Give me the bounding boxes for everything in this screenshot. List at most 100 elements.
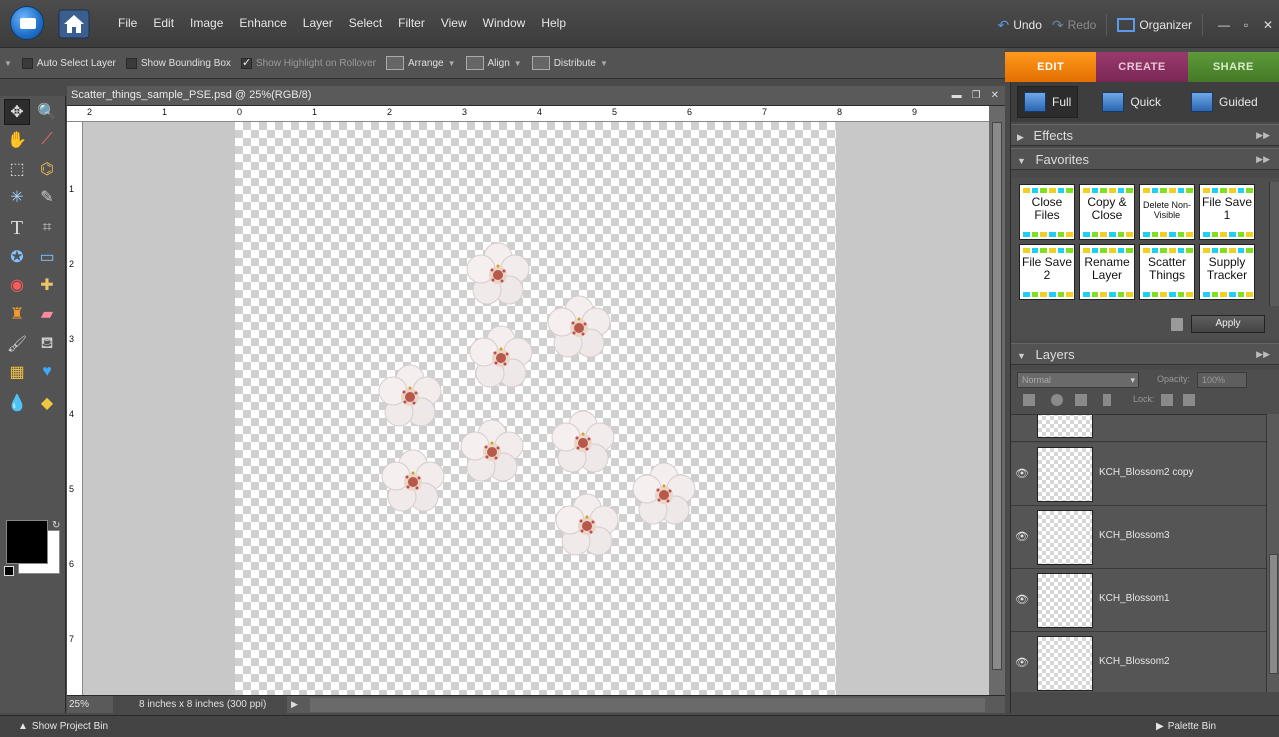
layer-row[interactable]	[1011, 415, 1267, 442]
link-icon[interactable]	[1103, 394, 1111, 406]
maximize-icon[interactable]: ▫	[1235, 18, 1257, 32]
favorite-action[interactable]: Close Files	[1019, 184, 1075, 240]
minimize-icon[interactable]: ▬	[952, 87, 962, 105]
auto-select-checkbox[interactable]	[21, 57, 33, 69]
eraser-tool-icon[interactable]: ▰	[34, 301, 60, 327]
document-title-bar[interactable]: Scatter_things_sample_PSE.psd @ 25%(RGB/…	[67, 86, 1005, 106]
zoom-tool-icon[interactable]: 🔍	[34, 99, 60, 125]
type-tool-icon[interactable]: T	[4, 215, 30, 241]
trash-icon[interactable]	[1171, 318, 1183, 331]
arrange-dropdown[interactable]: Arrange ▼	[386, 56, 456, 70]
undo-button[interactable]: ↶ Undo	[997, 17, 1041, 34]
favorites-panel-header[interactable]: ▼ Favorites ▶▶	[1011, 148, 1279, 170]
minimize-icon[interactable]: —	[1213, 18, 1235, 32]
layer-row[interactable]: 👁 KCH_Blossom1	[1011, 569, 1267, 632]
red-eye-tool-icon[interactable]: ◉	[4, 272, 30, 298]
guided-edit-button[interactable]: Guided	[1185, 86, 1264, 118]
home-button[interactable]	[58, 9, 90, 39]
eye-icon[interactable]: 👁	[1015, 656, 1029, 669]
adjustment-layer-icon[interactable]	[1051, 394, 1063, 406]
blossom-image[interactable]	[546, 295, 612, 361]
photoshop-elements-logo[interactable]	[10, 6, 44, 40]
layer-row[interactable]: 👁 KCH_Blossom2 copy	[1011, 443, 1267, 506]
marquee-tool-icon[interactable]: ⬚	[4, 156, 30, 182]
full-edit-button[interactable]: Full	[1017, 86, 1079, 118]
lasso-tool-icon[interactable]: ⌬	[34, 156, 60, 182]
blossom-image[interactable]	[468, 325, 534, 391]
blur-tool-icon[interactable]: 💧	[4, 390, 30, 416]
layer-row[interactable]: 👁 KCH_Blossom3	[1011, 506, 1267, 569]
vertical-scrollbar[interactable]	[989, 106, 1005, 695]
menu-file[interactable]: File	[110, 16, 145, 30]
menu-view[interactable]: View	[433, 16, 475, 30]
opacity-input[interactable]: 100%	[1197, 372, 1247, 388]
default-colors-icon[interactable]	[4, 566, 14, 576]
zoom-level[interactable]: 25%	[67, 699, 113, 710]
effects-panel-header[interactable]: ▶ Effects ▶▶	[1011, 124, 1279, 146]
panel-menu-icon[interactable]: ▶▶	[1256, 344, 1270, 365]
layers-panel-header[interactable]: ▼ Layers ▶▶	[1011, 343, 1279, 365]
healing-brush-tool-icon[interactable]: ✚	[34, 272, 60, 298]
eye-icon[interactable]: 👁	[1015, 593, 1029, 606]
hand-tool-icon[interactable]: ✋	[4, 127, 30, 153]
blossom-image[interactable]	[465, 242, 531, 308]
blossom-image[interactable]	[631, 462, 697, 528]
favorite-action[interactable]: File Save 2	[1019, 244, 1075, 300]
layer-row[interactable]: 👁 KCH_Blossom2	[1011, 632, 1267, 692]
bounding-box-checkbox[interactable]	[125, 57, 137, 69]
menu-enhance[interactable]: Enhance	[231, 16, 294, 30]
quick-selection-tool-icon[interactable]: ✎	[34, 184, 60, 210]
tab-edit[interactable]: EDIT	[1005, 52, 1097, 82]
crop-tool-icon[interactable]: ⌗	[34, 215, 60, 241]
show-bounding-box-option[interactable]: Show Bounding Box	[125, 57, 231, 69]
favorites-scrollbar[interactable]	[1269, 182, 1279, 306]
menu-filter[interactable]: Filter	[390, 16, 433, 30]
tab-create[interactable]: CREATE	[1096, 52, 1188, 82]
favorite-action[interactable]: Copy & Close	[1079, 184, 1135, 240]
auto-select-layer-option[interactable]: Auto Select Layer	[21, 57, 116, 69]
new-layer-icon[interactable]	[1023, 394, 1035, 406]
favorite-action[interactable]: Supply Tracker	[1199, 244, 1255, 300]
favorite-action[interactable]: Rename Layer	[1079, 244, 1135, 300]
menu-select[interactable]: Select	[341, 16, 390, 30]
shape-tool-icon[interactable]: ♥	[34, 359, 60, 385]
eyedropper-tool-icon[interactable]: ⟋	[34, 127, 60, 153]
scrollbar-thumb[interactable]	[1269, 554, 1278, 674]
eye-icon[interactable]: 👁	[1015, 530, 1029, 543]
brush-tool-icon[interactable]: 🖌	[4, 331, 30, 357]
lock-transparency-icon[interactable]	[1161, 394, 1173, 406]
blend-mode-select[interactable]: Normal	[1017, 372, 1139, 388]
highlight-checkbox[interactable]	[240, 56, 252, 69]
show-highlight-option[interactable]: Show Highlight on Rollover	[240, 56, 376, 69]
swap-colors-icon[interactable]: ↻	[52, 520, 60, 531]
tool-preset-caret-icon[interactable]: ▼	[4, 59, 12, 68]
layers-scrollbar[interactable]	[1266, 414, 1279, 692]
favorite-action[interactable]: File Save 1	[1199, 184, 1255, 240]
sponge-tool-icon[interactable]: ◆	[34, 390, 60, 416]
move-tool-icon[interactable]: ✥	[4, 99, 30, 125]
clone-stamp-tool-icon[interactable]: ♜	[4, 301, 30, 327]
cookie-cutter-tool-icon[interactable]: ✪	[4, 244, 30, 270]
canvas-pasteboard[interactable]	[83, 122, 989, 695]
favorite-action[interactable]: Delete Non-Visible	[1139, 184, 1195, 240]
gradient-tool-icon[interactable]: ▦	[4, 359, 30, 385]
favorite-action[interactable]: Scatter Things	[1139, 244, 1195, 300]
eye-icon[interactable]: 👁	[1015, 467, 1029, 480]
distribute-dropdown[interactable]: Distribute ▼	[531, 56, 608, 70]
status-menu-arrow-icon[interactable]: ▶	[291, 699, 298, 710]
menu-image[interactable]: Image	[182, 16, 231, 30]
menu-window[interactable]: Window	[475, 16, 534, 30]
foreground-color-swatch[interactable]	[6, 520, 48, 564]
blossom-image[interactable]	[550, 410, 616, 476]
blossom-image[interactable]	[459, 419, 525, 485]
magic-wand-tool-icon[interactable]: ✳	[4, 184, 30, 210]
close-icon[interactable]: ✕	[1257, 18, 1279, 32]
scrollbar-thumb[interactable]	[992, 122, 1002, 670]
paint-bucket-tool-icon[interactable]: ⛾	[34, 331, 60, 357]
straighten-tool-icon[interactable]: ▭	[34, 244, 60, 270]
blossom-image[interactable]	[554, 493, 620, 559]
delete-layer-icon[interactable]	[1075, 394, 1087, 406]
panel-menu-icon[interactable]: ▶▶	[1256, 149, 1270, 170]
show-project-bin-button[interactable]: ▲ Show Project Bin	[18, 721, 108, 732]
menu-edit[interactable]: Edit	[145, 16, 182, 30]
